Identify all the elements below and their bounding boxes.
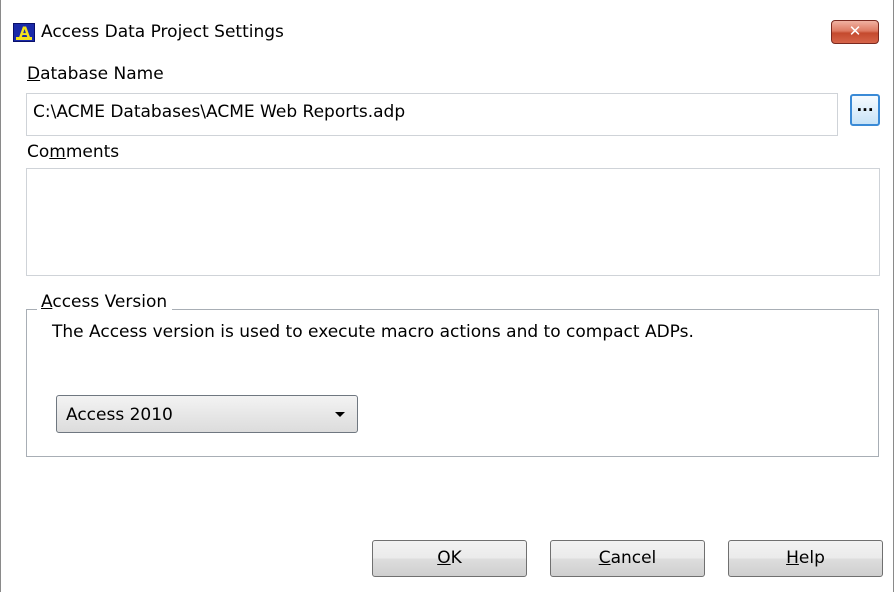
comments-textarea[interactable] [26,168,880,276]
comments-label: Comments [27,142,119,162]
comments-accelerator: m [49,142,66,162]
access-version-accelerator: A [41,292,53,312]
ok-label: K [450,548,462,568]
window-title: Access Data Project Settings [41,22,284,42]
title-bar[interactable]: A Access Data Project Settings ✕ [1,0,893,55]
access-app-icon: A [13,23,35,42]
ok-button[interactable]: OK [372,540,527,577]
database-name-value: C:\ACME Databases\ACME Web Reports.adp [33,102,406,122]
close-button[interactable]: ✕ [831,20,879,44]
cancel-button[interactable]: Cancel [550,540,705,577]
close-icon: ✕ [848,22,862,40]
ellipsis-icon: ... [856,97,874,115]
dropdown-arrow-icon [335,412,345,417]
cancel-accelerator: C [598,548,611,568]
dialog-window: A Access Data Project Settings ✕ Databas… [0,0,894,592]
database-name-field[interactable]: C:\ACME Databases\ACME Web Reports.adp [26,93,838,136]
database-name-label: Database Name [27,64,164,84]
help-label: elp [798,548,825,568]
app-icon-bar [16,37,32,40]
database-name-label-text: atabase Name [40,64,164,84]
cancel-label: ancel [610,548,657,568]
comments-label-post: ments [65,142,120,162]
help-accelerator: H [786,548,799,568]
ok-accelerator: O [437,548,451,568]
access-version-legend-text: ccess Version [52,292,168,312]
help-button[interactable]: Help [728,540,883,577]
access-version-selected: Access 2010 [66,405,173,425]
database-name-accelerator: D [27,64,41,84]
browse-database-button[interactable]: ... [850,94,880,126]
access-version-legend: Access Version [37,292,173,312]
access-version-description: The Access version is used to execute ma… [52,322,694,342]
comments-label-pre: Co [27,142,50,162]
access-version-select[interactable]: Access 2010 [56,395,358,433]
